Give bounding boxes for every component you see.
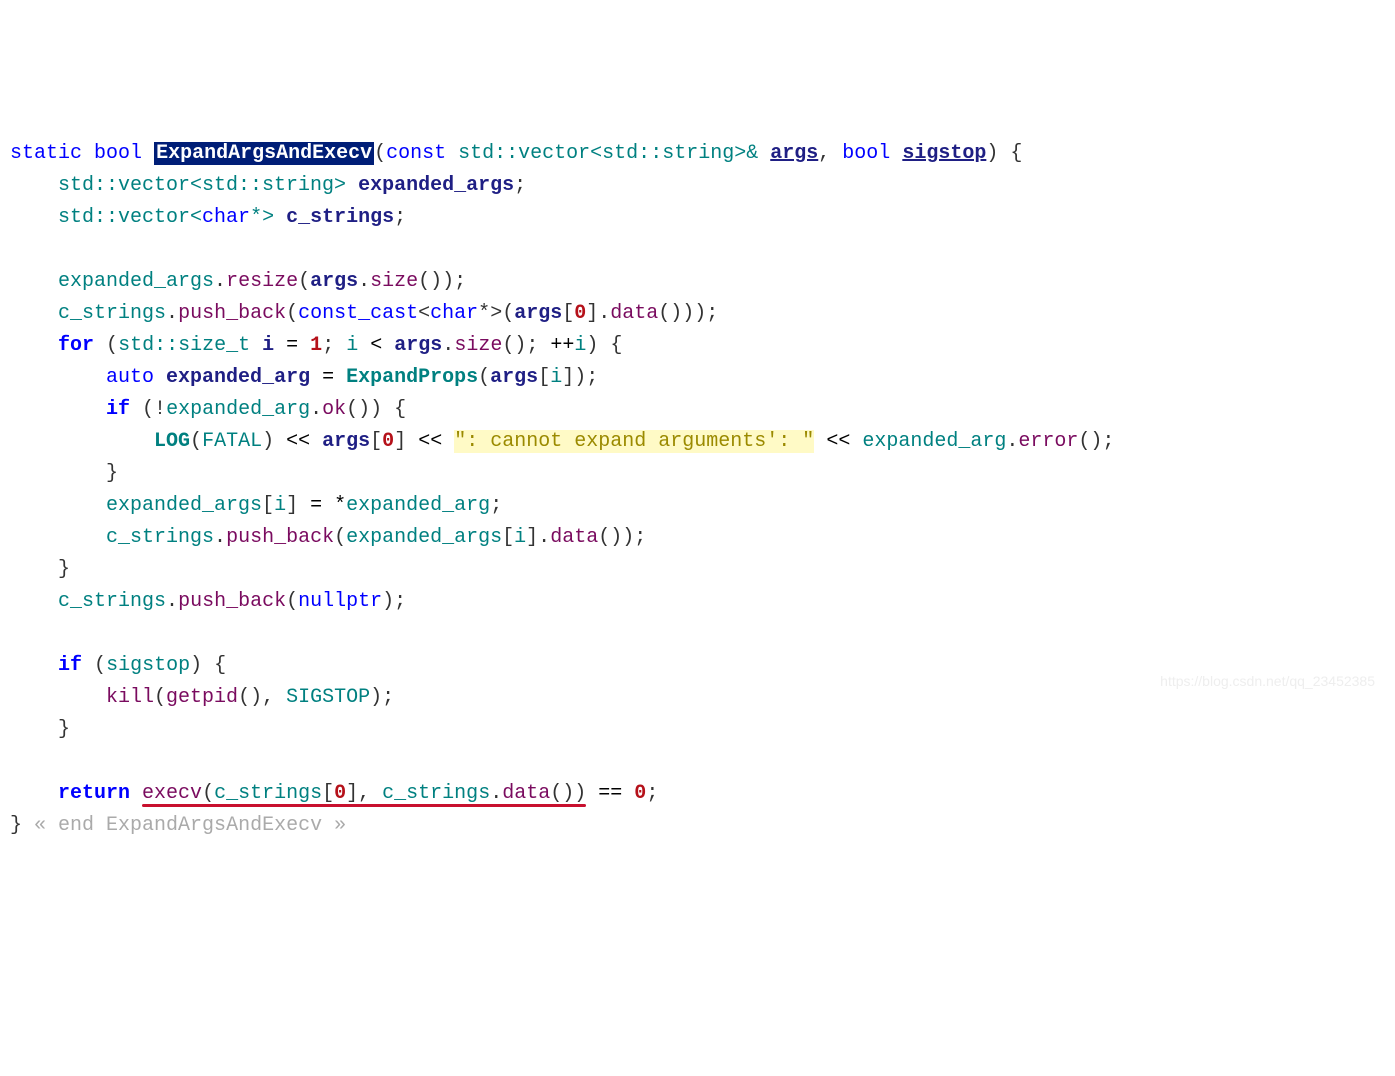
- param-sigstop: sigstop: [902, 142, 986, 165]
- decl-cstrings-type-open: std::vector<: [58, 206, 202, 229]
- kw-bool: bool: [94, 142, 142, 165]
- log-macro: LOG: [154, 430, 190, 453]
- args-ref: args: [310, 270, 358, 293]
- kw-bool2: bool: [842, 142, 890, 165]
- string-literal-highlighted: ": cannot expand arguments': ": [454, 430, 814, 453]
- kw-auto: auto: [106, 366, 154, 389]
- call-ok: ok: [322, 398, 346, 421]
- return-expression-underlined: execv(c_strings[0], c_strings.data()): [142, 782, 586, 805]
- type-vector-string: std::vector<std::string>&: [458, 142, 758, 165]
- const-cast: const_cast: [298, 302, 418, 325]
- cstrings-ref: c_strings: [58, 302, 166, 325]
- end-marker: « end ExpandArgsAndExecv »: [34, 814, 346, 837]
- call-resize: resize: [226, 270, 298, 293]
- char-type: char: [430, 302, 478, 325]
- call-getpid: getpid: [166, 686, 238, 709]
- call-expand-props: ExpandProps: [346, 366, 478, 389]
- decl-cstrings-type-close: *>: [250, 206, 274, 229]
- call-execv: execv: [142, 782, 202, 805]
- kw-static: static: [10, 142, 82, 165]
- literal-zero: 0: [574, 302, 586, 325]
- call-push-back: push_back: [178, 302, 286, 325]
- call-data: data: [610, 302, 658, 325]
- var-i: i: [262, 334, 274, 357]
- kw-if2: if: [58, 654, 82, 677]
- var-expanded-arg: expanded_arg: [166, 366, 310, 389]
- args-index: args: [514, 302, 562, 325]
- var-expanded-args: expanded_args: [358, 174, 514, 197]
- type-size-t: std::size_t: [118, 334, 250, 357]
- expanded-args-ref: expanded_args: [58, 270, 214, 293]
- call-kill: kill: [106, 686, 154, 709]
- sigstop-ref: sigstop: [106, 654, 190, 677]
- var-c-strings: c_strings: [286, 206, 394, 229]
- kw-return: return: [58, 782, 130, 805]
- literal-one: 1: [310, 334, 322, 357]
- call-error: error: [1018, 430, 1078, 453]
- call-size: size: [370, 270, 418, 293]
- fatal-level: FATAL: [202, 430, 262, 453]
- param-args: args: [770, 142, 818, 165]
- code-block: static bool ExpandArgsAndExecv(const std…: [10, 138, 1385, 842]
- kw-for: for: [58, 334, 94, 357]
- sigstop-macro: SIGSTOP: [286, 686, 370, 709]
- decl-expanded-args-type: std::vector<std::string>: [58, 174, 346, 197]
- kw-if: if: [106, 398, 130, 421]
- function-name-highlight: ExpandArgsAndExecv: [154, 142, 374, 165]
- watermark-text: https://blog.csdn.net/qq_23452385: [1160, 670, 1375, 692]
- nullptr-kw: nullptr: [298, 590, 382, 613]
- type-char: char: [202, 206, 250, 229]
- kw-const: const: [386, 142, 446, 165]
